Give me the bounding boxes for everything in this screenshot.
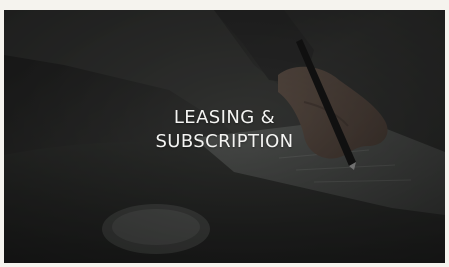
page: LEASING & SUBSCRIPTION <box>0 0 449 267</box>
card-title: LEASING & SUBSCRIPTION <box>155 107 294 152</box>
leasing-subscription-card[interactable]: LEASING & SUBSCRIPTION <box>4 10 445 263</box>
